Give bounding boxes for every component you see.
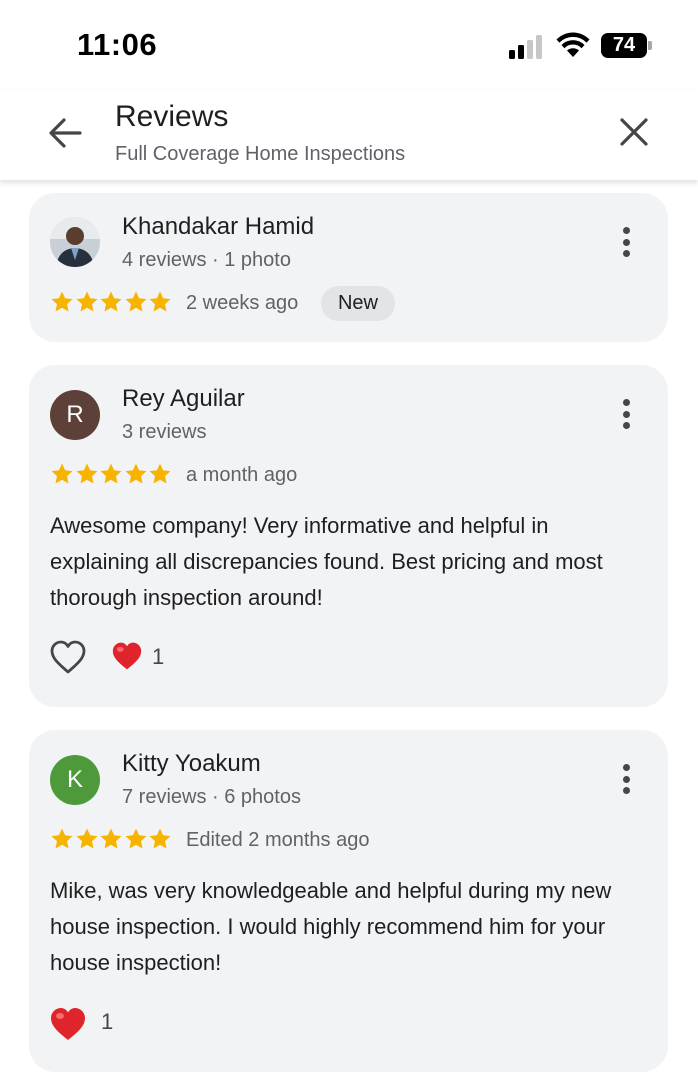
- avatar-letter: R: [66, 401, 84, 428]
- avatar[interactable]: [50, 217, 100, 267]
- reviewer-meta: 7 reviews · 6 photos: [122, 786, 301, 808]
- status-bar: 11:06 74: [0, 0, 698, 90]
- star-icon: [125, 828, 146, 849]
- star-icon: [149, 828, 171, 849]
- reviews-screen: 11:06 74 Reviews Full Coverage Home Insp…: [0, 0, 698, 1080]
- profile-photo-icon: [50, 217, 100, 267]
- red-heart-icon: [51, 1008, 85, 1040]
- avatar[interactable]: K: [50, 755, 100, 805]
- star-icon: [100, 463, 122, 484]
- star-icon: [51, 463, 73, 484]
- star-icon: [125, 291, 146, 312]
- reaction-count: 1: [152, 644, 165, 669]
- page-title: Reviews: [115, 100, 229, 133]
- star-icon: [149, 463, 171, 484]
- star-icon: [76, 463, 97, 484]
- status-time: 11:06: [77, 27, 158, 62]
- star-icon: [51, 291, 73, 312]
- star-icon: [51, 828, 73, 849]
- cellular-signal-icon: [509, 33, 549, 59]
- star-icon: [76, 828, 97, 849]
- heart-reaction[interactable]: 1: [111, 639, 171, 675]
- review-date: 2 weeks ago: [186, 292, 299, 314]
- star-icon: [125, 463, 146, 484]
- review-text: Awesome company! Very informative and he…: [50, 513, 603, 610]
- red-heart-icon: [112, 642, 142, 670]
- avatar[interactable]: R: [50, 390, 100, 440]
- reviewer-meta: 4 reviews · 1 photo: [122, 249, 291, 271]
- reaction-count: 1: [101, 1009, 114, 1034]
- heart-outline-icon[interactable]: [49, 639, 87, 675]
- close-icon[interactable]: [614, 112, 654, 152]
- review-date: a month ago: [186, 464, 298, 486]
- star-icon: [100, 291, 122, 312]
- wifi-icon: [556, 32, 590, 57]
- review-card: Khandakar Hamid 4 reviews · 1 photo 2 we…: [29, 193, 668, 342]
- reviewer-meta: 3 reviews: [122, 421, 207, 443]
- new-badge: New: [321, 286, 395, 321]
- reviewer-name[interactable]: Kitty Yoakum: [122, 750, 261, 778]
- reviewer-name[interactable]: Khandakar Hamid: [122, 213, 314, 241]
- review-card: R Rey Aguilar 3 reviews a month ago Awes…: [29, 365, 668, 707]
- reviews-header: Reviews Full Coverage Home Inspections: [0, 90, 698, 180]
- more-options-icon[interactable]: [617, 224, 637, 260]
- battery-icon: 74: [601, 33, 652, 58]
- star-icon: [100, 828, 122, 849]
- avatar-letter: K: [66, 766, 83, 793]
- battery-level: 74: [612, 34, 636, 56]
- back-arrow-icon[interactable]: [44, 112, 86, 154]
- more-options-icon[interactable]: [617, 761, 637, 797]
- review-date: Edited 2 months ago: [186, 829, 370, 851]
- more-options-icon[interactable]: [617, 396, 637, 432]
- review-card: K Kitty Yoakum 7 reviews · 6 photos Edit…: [29, 730, 668, 1072]
- heart-reaction[interactable]: 1: [49, 1004, 119, 1040]
- star-icon: [149, 291, 171, 312]
- place-name: Full Coverage Home Inspections: [115, 143, 406, 165]
- reviewer-name[interactable]: Rey Aguilar: [122, 385, 245, 413]
- review-text: Mike, was very knowledgeable and helpful…: [50, 878, 612, 975]
- star-icon: [76, 291, 97, 312]
